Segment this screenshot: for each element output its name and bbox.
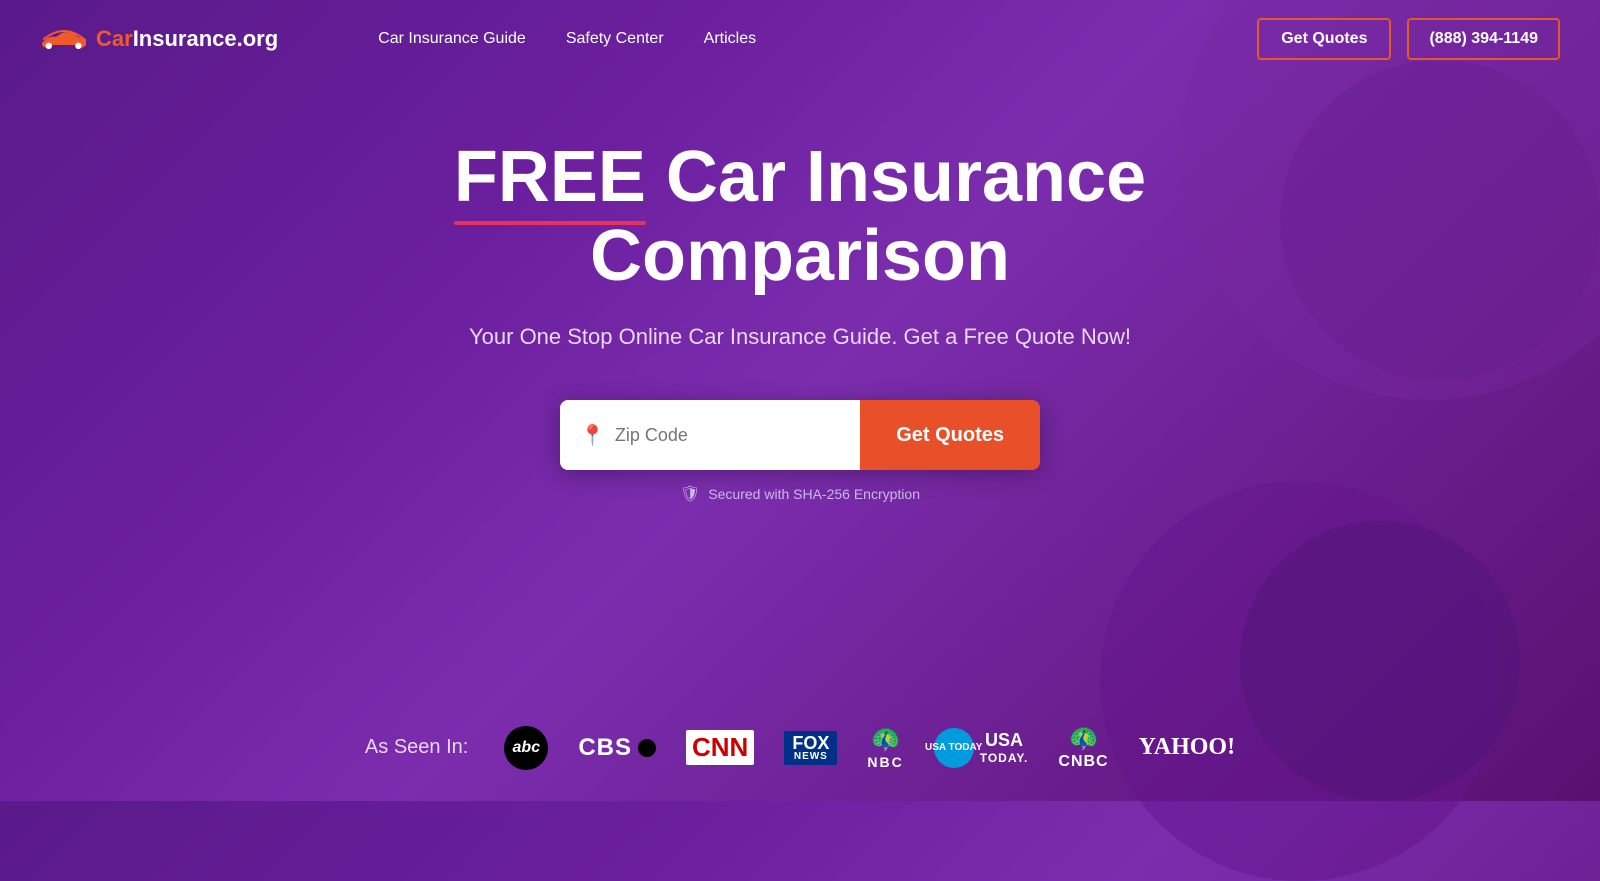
usa-today-text-block: USA TODAY.	[980, 730, 1029, 765]
location-pin-icon: 📍	[580, 423, 605, 448]
site-header: CarInsurance.org Car Insurance Guide Saf…	[0, 0, 1600, 78]
yahoo-logo: YAHOO!	[1139, 734, 1235, 761]
hero-subtitle: Your One Stop Online Car Insurance Guide…	[469, 324, 1131, 350]
zip-input-wrap: 📍	[560, 400, 860, 470]
today-text: TODAY.	[980, 751, 1029, 765]
cbs-logo: CBS	[578, 734, 656, 762]
zip-code-input[interactable]	[615, 425, 840, 446]
nav-articles[interactable]: Articles	[704, 30, 756, 48]
fox-news-logo: FOX NEWS	[784, 731, 837, 765]
hero-title-rest: Car Insurance Comparison	[590, 137, 1146, 296]
cnbc-logo: 🦚 CNBC	[1058, 724, 1108, 771]
logo[interactable]: CarInsurance.org	[40, 22, 278, 57]
main-nav: Car Insurance Guide Safety Center Articl…	[378, 30, 1217, 48]
usa-today-circle-text: USA TODAY	[925, 743, 982, 753]
media-logos: abc CBS CNN FOX NEWS 🦚	[504, 724, 1235, 771]
nbc-logo-mark: 🦚 NBC	[867, 725, 903, 770]
usa-today-wrap: USA TODAY USA TODAY.	[934, 728, 1029, 768]
cbs-circle	[638, 739, 656, 757]
news-text: NEWS	[794, 752, 828, 762]
nbc-text: NBC	[867, 754, 903, 770]
fox-news-box: FOX NEWS	[784, 731, 837, 765]
cbs-text: CBS	[578, 734, 632, 762]
hero-get-quotes-button[interactable]: Get Quotes	[860, 400, 1040, 470]
as-seen-in-label: As Seen In:	[365, 736, 468, 759]
peacock-icon: 🦚	[871, 725, 901, 754]
abc-logo: abc	[504, 726, 548, 770]
header-actions: Get Quotes (888) 394-1149	[1257, 18, 1560, 60]
cnbc-peacock-icon: 🦚	[1069, 724, 1099, 753]
logo-text: CarInsurance.org	[96, 26, 278, 52]
security-note: 🛡 Secured with SHA-256 Encryption	[680, 484, 920, 504]
nav-get-quotes-button[interactable]: Get Quotes	[1257, 18, 1391, 60]
nbc-logo: 🦚 NBC	[867, 725, 903, 770]
car-icon	[40, 22, 88, 57]
security-text: Secured with SHA-256 Encryption	[708, 486, 920, 502]
usa-text: USA	[985, 730, 1023, 751]
usa-today-logo: USA TODAY USA TODAY.	[934, 728, 1029, 768]
cnn-logo: CNN	[686, 730, 754, 765]
nav-safety-center[interactable]: Safety Center	[566, 30, 664, 48]
zip-form: 📍 Get Quotes	[560, 400, 1040, 470]
cnbc-text: CNBC	[1058, 753, 1108, 771]
shield-icon: 🛡	[680, 484, 700, 504]
usa-today-circle: USA TODAY	[934, 728, 974, 768]
hero-title: FREE Car Insurance Comparison	[250, 138, 1350, 296]
cnn-text: CNN	[686, 730, 754, 765]
abc-logo-mark: abc	[504, 726, 548, 770]
fox-text: FOX	[792, 734, 829, 752]
cnbc-wrap: 🦚 CNBC	[1058, 724, 1108, 771]
nav-phone-button[interactable]: (888) 394-1149	[1407, 18, 1560, 60]
hero-title-free: FREE	[454, 138, 646, 217]
yahoo-text: YAHOO!	[1139, 734, 1235, 761]
nav-car-insurance-guide[interactable]: Car Insurance Guide	[378, 30, 526, 48]
